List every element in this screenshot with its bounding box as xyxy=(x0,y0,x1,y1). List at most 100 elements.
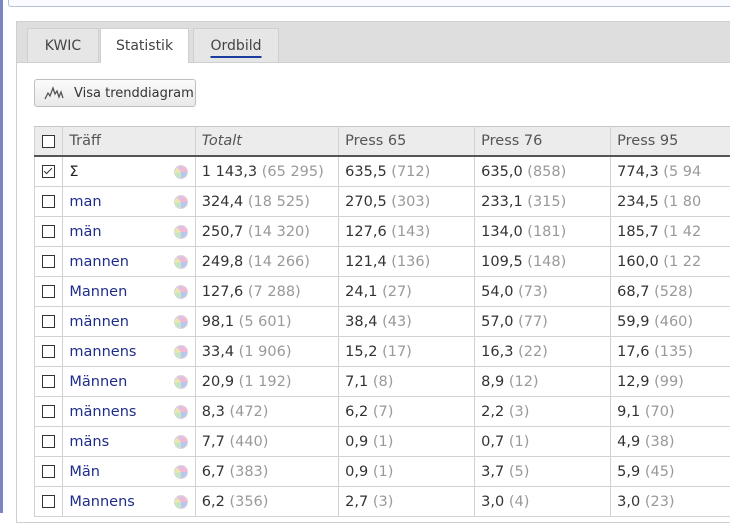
pie-chart-icon[interactable] xyxy=(174,375,188,389)
hit-word-link[interactable]: mannens xyxy=(69,344,136,360)
pie-chart-icon[interactable] xyxy=(174,285,188,299)
frequency-cell: 98,1 (5 601) xyxy=(195,307,338,337)
row-select-checkbox[interactable] xyxy=(42,315,55,328)
frequency-cell: 59,9 (460) xyxy=(611,307,730,337)
frequency-cell: 127,6 (143) xyxy=(339,217,475,247)
frequency-cell: 7,7 (440) xyxy=(195,427,338,457)
hit-word-cell: man xyxy=(63,187,195,217)
hit-word-cell: männen xyxy=(63,307,195,337)
table-row: man324,4 (18 525)270,5 (303)233,1 (315)2… xyxy=(35,187,730,217)
relative-frequency: 17,6 xyxy=(617,344,649,360)
hit-word-link[interactable]: männen xyxy=(69,314,129,330)
frequency-cell: 121,4 (136) xyxy=(339,247,475,277)
relative-frequency: 234,5 xyxy=(617,194,659,210)
relative-frequency: 6,7 xyxy=(202,464,225,480)
absolute-frequency: (440) xyxy=(229,434,268,450)
row-select-checkbox[interactable] xyxy=(42,165,55,178)
pie-chart-icon[interactable] xyxy=(174,405,188,419)
row-select-checkbox[interactable] xyxy=(42,255,55,268)
row-select-cell xyxy=(35,187,63,217)
hit-word-link[interactable]: man xyxy=(69,194,101,210)
absolute-frequency: (77) xyxy=(518,314,548,330)
hit-word-link[interactable]: Mannens xyxy=(69,494,134,510)
column-header-press-95[interactable]: Press 95 xyxy=(611,127,730,157)
pie-chart-icon[interactable] xyxy=(174,165,188,179)
frequency-cell: 0,7 (1) xyxy=(475,427,611,457)
absolute-frequency: (315) xyxy=(527,194,566,210)
frequency-cell: 233,1 (315) xyxy=(475,187,611,217)
hit-word-link[interactable]: mannen xyxy=(69,254,129,270)
statistics-table: Träff Totalt Press 65 Press 76 Press 95 … xyxy=(34,126,730,517)
relative-frequency: 98,1 xyxy=(202,314,234,330)
row-select-checkbox[interactable] xyxy=(42,225,55,238)
absolute-frequency: (73) xyxy=(518,284,548,300)
frequency-cell: 8,3 (472) xyxy=(195,397,338,427)
hit-word-link[interactable]: männens xyxy=(69,404,136,420)
frequency-cell: 160,0 (1 22 xyxy=(611,247,730,277)
hit-word-link[interactable]: Männen xyxy=(69,374,127,390)
row-select-checkbox[interactable] xyxy=(42,435,55,448)
row-select-checkbox[interactable] xyxy=(42,285,55,298)
pie-chart-icon[interactable] xyxy=(174,495,188,509)
table-row: Män6,7 (383)0,9 (1)3,7 (5)5,9 (45) xyxy=(35,457,730,487)
relative-frequency: 38,4 xyxy=(345,314,377,330)
row-select-checkbox[interactable] xyxy=(42,465,55,478)
pie-chart-icon[interactable] xyxy=(174,465,188,479)
tab-kwic[interactable]: KWIC xyxy=(27,28,99,62)
column-header-traff[interactable]: Träff xyxy=(63,127,195,157)
pie-chart-icon[interactable] xyxy=(174,195,188,209)
relative-frequency: 20,9 xyxy=(202,374,234,390)
absolute-frequency: (136) xyxy=(391,254,430,270)
absolute-frequency: (303) xyxy=(391,194,430,210)
absolute-frequency: (712) xyxy=(391,164,430,180)
column-header-press-65[interactable]: Press 65 xyxy=(339,127,475,157)
table-row: Σ1 143,3 (65 295)635,5 (712)635,0 (858)7… xyxy=(35,156,730,187)
absolute-frequency: (3) xyxy=(373,494,394,510)
hit-word-link[interactable]: Män xyxy=(69,464,100,480)
pie-chart-icon[interactable] xyxy=(174,345,188,359)
tab-bar: KWIC Statistik Ordbild xyxy=(17,22,730,63)
pie-chart-icon[interactable] xyxy=(174,435,188,449)
absolute-frequency: (18 525) xyxy=(248,194,310,210)
hit-word-cell: Σ xyxy=(63,156,195,187)
row-select-cell xyxy=(35,337,63,367)
column-header-press-76[interactable]: Press 76 xyxy=(475,127,611,157)
relative-frequency: 57,0 xyxy=(481,314,513,330)
pie-chart-icon[interactable] xyxy=(174,255,188,269)
absolute-frequency: (148) xyxy=(527,254,566,270)
hit-word-link[interactable]: Mannen xyxy=(69,284,127,300)
row-select-checkbox[interactable] xyxy=(42,375,55,388)
absolute-frequency: (858) xyxy=(527,164,566,180)
tab-ordbild[interactable]: Ordbild xyxy=(193,28,279,62)
frequency-cell: 7,1 (8) xyxy=(339,367,475,397)
hit-word-link[interactable]: mäns xyxy=(69,434,109,450)
absolute-frequency: (1 192) xyxy=(239,374,292,390)
hit-word-cell: männens xyxy=(63,397,195,427)
show-trend-chart-button[interactable]: Visa trenddiagram xyxy=(34,79,196,107)
relative-frequency: 7,1 xyxy=(345,374,368,390)
frequency-cell: 0,9 (1) xyxy=(339,427,475,457)
hit-word-link[interactable]: män xyxy=(69,224,101,240)
row-select-checkbox[interactable] xyxy=(42,345,55,358)
pie-chart-icon[interactable] xyxy=(174,225,188,239)
hit-word-cell: Männen xyxy=(63,367,195,397)
absolute-frequency: (43) xyxy=(382,314,412,330)
row-select-checkbox[interactable] xyxy=(42,195,55,208)
relative-frequency: 8,9 xyxy=(481,374,504,390)
relative-frequency: 109,5 xyxy=(481,254,523,270)
relative-frequency: 24,1 xyxy=(345,284,377,300)
absolute-frequency: (460) xyxy=(654,314,693,330)
relative-frequency: 3,7 xyxy=(481,464,504,480)
column-header-totalt[interactable]: Totalt xyxy=(195,127,338,157)
relative-frequency: 54,0 xyxy=(481,284,513,300)
row-select-checkbox[interactable] xyxy=(42,495,55,508)
frequency-cell: 127,6 (7 288) xyxy=(195,277,338,307)
row-select-cell xyxy=(35,217,63,247)
pie-chart-icon[interactable] xyxy=(174,315,188,329)
relative-frequency: 16,3 xyxy=(481,344,513,360)
tab-statistik[interactable]: Statistik xyxy=(100,28,189,63)
row-select-checkbox[interactable] xyxy=(42,405,55,418)
select-all-checkbox[interactable] xyxy=(42,135,55,148)
frequency-cell: 4,9 (38) xyxy=(611,427,730,457)
tab-statistik-label: Statistik xyxy=(116,38,173,54)
